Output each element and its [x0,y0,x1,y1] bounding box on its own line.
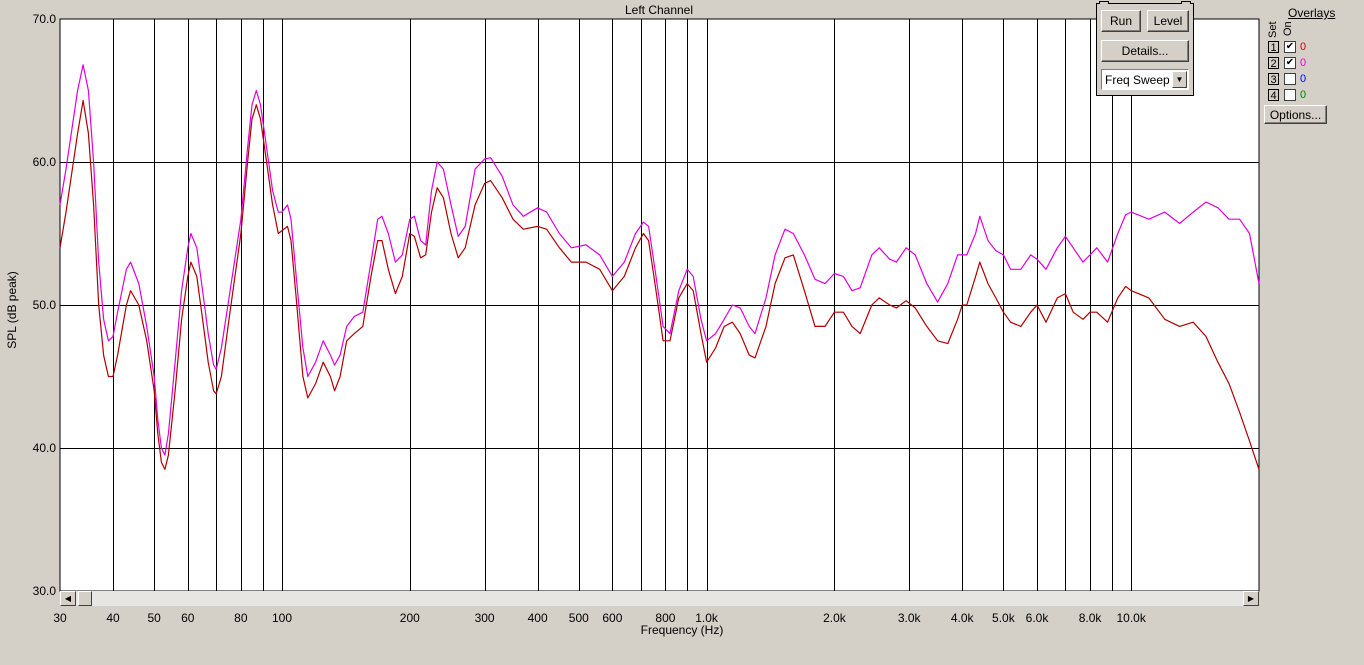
on-header: On [1282,21,1294,36]
overlay-on-4-checkbox[interactable] [1284,89,1296,101]
overlay-value-1: 0 [1300,41,1307,53]
scroll-thumb[interactable] [78,591,92,606]
x-tick-label: 5.0k [992,611,1016,625]
y-axis-label: SPL (dB peak) [5,271,19,349]
measurement-mode-select[interactable]: Freq Sweep ▼ [1101,69,1189,90]
overlay-value-2: 0 [1300,57,1307,69]
panel-tab-right [1181,1,1191,4]
chevron-down-icon[interactable]: ▼ [1172,71,1187,88]
y-tick-labels: 70.0 60.0 50.0 40.0 30.0 [33,12,57,598]
x-tick-label: 600 [602,611,622,625]
x-tick-label: 2.0k [823,611,847,625]
x-tick-label: 3.0k [898,611,922,625]
x-tick-label: 8.0k [1079,611,1103,625]
chart-title: Left Channel [625,3,693,17]
x-tick-labels: 30 40 50 60 80 100 200 300 400 500 600 800 1.0k 2.0k 3… [53,611,1147,625]
x-tick-label: 40 [106,611,120,625]
x-tick-label: 4.0k [951,611,975,625]
x-tick-label: 10.0k [1117,611,1147,625]
overlay-on-2-checkbox[interactable]: ✔ [1284,57,1296,69]
x-tick-label: 30 [53,611,67,625]
y-tick-label: 30.0 [33,584,57,598]
x-tick-label: 60 [181,611,195,625]
overlay-set-2-button[interactable]: 2 [1268,57,1279,70]
overlay-set-4-button[interactable]: 4 [1268,89,1279,102]
x-tick-label: 300 [475,611,495,625]
x-tick-label: 500 [569,611,589,625]
x-tick-label: 50 [148,611,162,625]
x-tick-label: 80 [234,611,248,625]
overlay-value-3: 0 [1300,73,1307,85]
mode-selected-value: Freq Sweep [1105,73,1170,87]
y-tick-label: 40.0 [33,441,57,455]
scroll-right-arrow-icon[interactable]: ▶ [1243,591,1259,606]
overlay-on-3-checkbox[interactable] [1284,73,1296,85]
level-button[interactable]: Level [1147,10,1189,32]
overlay-on-1-checkbox[interactable]: ✔ [1284,41,1296,53]
overlay-set-3-button[interactable]: 3 [1268,73,1279,86]
scroll-left-arrow-icon[interactable]: ◀ [60,591,76,606]
spectrum-analyzer-app: 30 40 50 60 80 100 200 300 400 500 600 800 1.0k 2.0k 3… [0,0,1364,665]
panel-tab-left [1099,1,1109,4]
x-axis-label: Frequency (Hz) [641,623,724,637]
y-tick-label: 60.0 [33,155,57,169]
overlays-title: Overlays [1288,6,1336,20]
x-tick-label: 6.0k [1026,611,1050,625]
run-button[interactable]: Run [1101,10,1141,32]
x-tick-label: 100 [272,611,292,625]
overlay-value-4: 0 [1300,89,1307,101]
control-panel: Run Level Details... Freq Sweep ▼ [1096,1,1194,96]
x-tick-label: 400 [528,611,548,625]
set-header: Set [1267,21,1279,38]
details-button[interactable]: Details... [1101,40,1189,62]
y-tick-label: 70.0 [33,12,57,26]
overlay-set-1-button[interactable]: 1 [1268,41,1279,54]
horizontal-scrollbar[interactable]: ◀ ▶ [60,591,1259,606]
x-tick-label: 200 [400,611,420,625]
y-tick-label: 50.0 [33,298,57,312]
frequency-response-chart: 30 40 50 60 80 100 200 300 400 500 600 800 1.0k 2.0k 3… [5,3,1260,637]
overlay-options-button[interactable]: Options... [1264,105,1327,124]
